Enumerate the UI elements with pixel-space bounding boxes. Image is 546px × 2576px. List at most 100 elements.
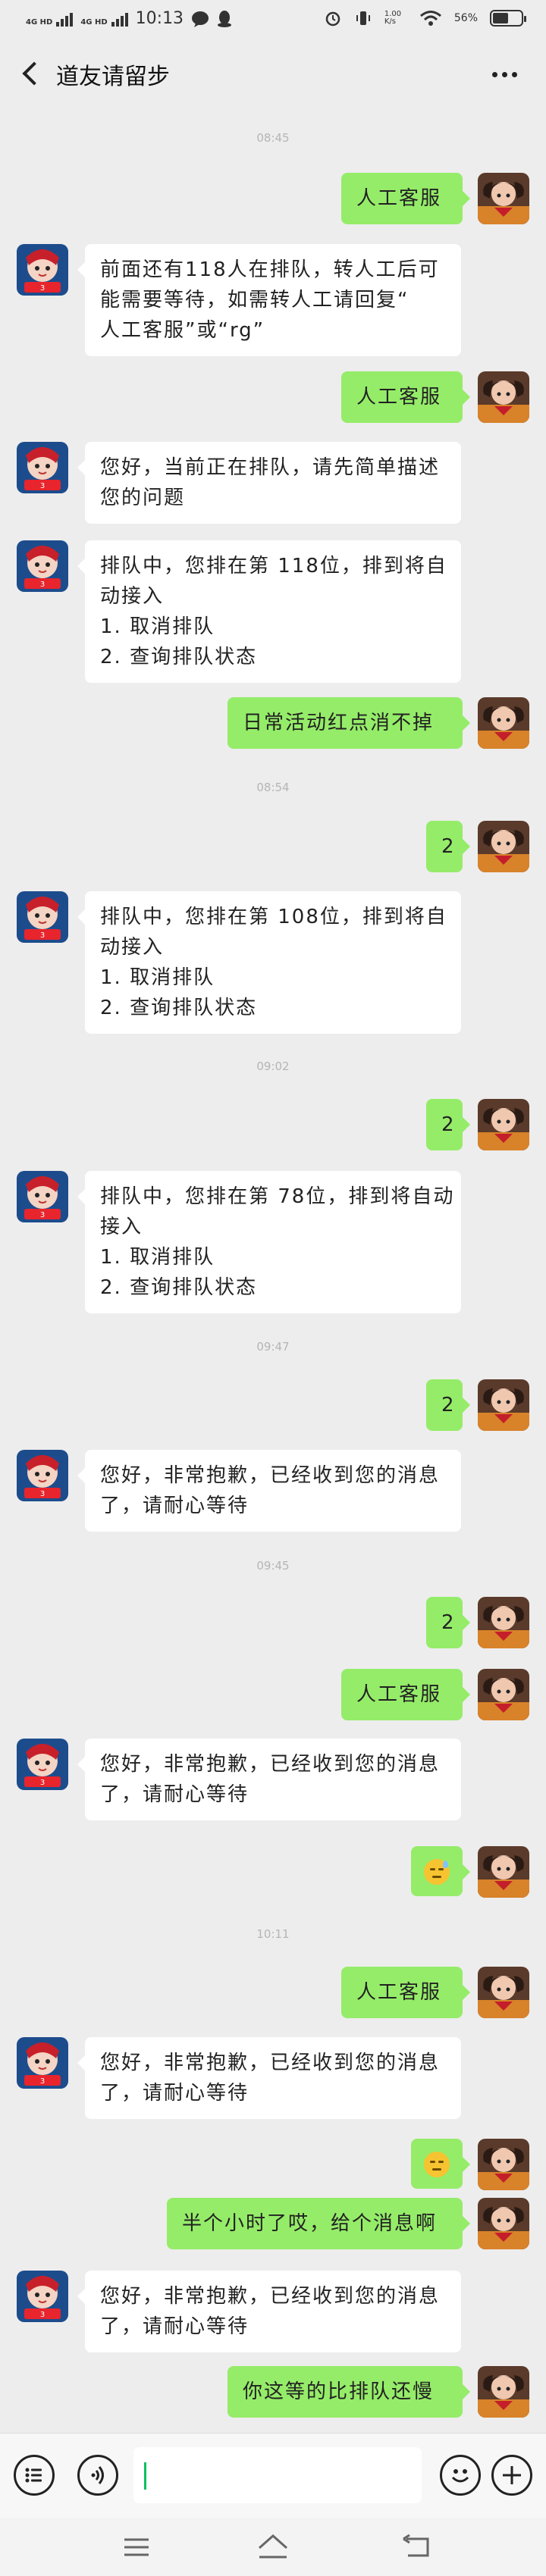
svg-text:3: 3 [40,1779,45,1787]
message-text: 排队中，您排在第 78位，排到将自动 [100,1185,455,1208]
message-bubble[interactable]: 您好，非常抱歉，已经收到您的消息 了，请耐心等待 [77,1739,461,1820]
message-bubble[interactable]: 排队中，您排在第 108位，排到将自 动接入 1. 取消排队 2. 查询排队状态 [77,891,461,1034]
message-text: 2. 查询排队状态 [100,997,258,1019]
message-text: 能需要等待，如需转人工请回复“ [100,289,410,311]
back-button[interactable] [17,56,47,89]
user-avatar[interactable] [478,697,529,749]
message-text: 了，请耐心等待 [100,2315,249,2338]
message-text: 了，请耐心等待 [100,1495,249,1517]
message-bubble[interactable]: 人工客服 [341,1967,470,2018]
message-text: 日常活动红点消不掉 [243,712,435,734]
service-avatar[interactable]: 3 [17,2271,68,2322]
service-avatar[interactable]: 3 [17,442,68,493]
message-bubble[interactable]: 你这等的比排队还慢 [228,2366,470,2418]
svg-text:3: 3 [40,931,45,940]
service-avatar[interactable]: 3 [17,891,68,943]
message-text: 2 [441,835,456,858]
message-text: 人工客服”或“rg” [100,319,265,342]
message-input[interactable] [133,2447,422,2503]
user-avatar[interactable] [478,173,529,224]
message-text: 您好，非常抱歉，已经收到您的消息 [100,2285,441,2308]
menu-icon[interactable] [121,2536,152,2559]
message-bubble[interactable] [411,2139,470,2189]
message-bubble[interactable]: 您好，非常抱歉，已经收到您的消息 了，请耐心等待 [77,2037,461,2119]
svg-text:3: 3 [40,2077,45,2086]
battery-icon [490,10,526,27]
qq-icon [218,10,232,27]
list-button[interactable] [14,2455,55,2496]
message-text: 2. 查询排队状态 [100,1276,258,1299]
message-text: 2 [441,1394,456,1416]
message-bubble[interactable]: 您好，非常抱歉，已经收到您的消息 了，请耐心等待 [77,1450,461,1532]
alarm-icon [325,11,340,27]
message-bubble[interactable]: 您好，非常抱歉，已经收到您的消息 了，请耐心等待 [77,2271,461,2352]
message-text: 你这等的比排队还慢 [243,2380,435,2403]
message-bubble[interactable]: 人工客服 [341,371,470,423]
user-avatar[interactable] [478,1846,529,1898]
battery-level [493,13,509,23]
input-bar [0,2433,546,2518]
message-bubble[interactable]: 您好，当前正在排队，请先简单描述 您的问题 [77,442,461,524]
voice-button[interactable] [77,2455,118,2496]
svg-text:3: 3 [40,1490,45,1498]
service-avatar[interactable]: 3 [17,1450,68,1501]
message-text: 您好，非常抱歉，已经收到您的消息 [100,1753,441,1776]
timestamp: 09:45 [256,1559,290,1573]
message-bubble[interactable]: 半个小时了哎，给个消息啊 [167,2198,470,2249]
user-avatar[interactable] [478,2198,529,2249]
more-options-button[interactable] [485,59,523,89]
sweat-smile-emoji [424,1858,450,1885]
battery-percent: 56% [453,12,478,24]
user-avatar[interactable] [478,821,529,872]
message-bubble[interactable]: 排队中，您排在第 78位，排到将自动 接入 1. 取消排队 2. 查询排队状态 [77,1171,461,1313]
vibrate-icon [356,11,370,25]
list-icon [25,2468,42,2483]
svg-text:3: 3 [40,581,45,589]
user-avatar[interactable] [478,1669,529,1720]
message-bubble[interactable]: 2 [426,1099,470,1150]
user-avatar[interactable] [478,1379,529,1431]
back-arrow-icon[interactable] [400,2534,431,2559]
message-text: 排队中，您排在第 108位，排到将自 [100,906,447,928]
message-bubble[interactable]: 人工客服 [341,1669,470,1720]
message-bubble[interactable]: 2 [426,1597,470,1648]
message-bubble[interactable]: 2 [426,821,470,872]
status-time: 10:13 [135,9,184,28]
service-avatar[interactable]: 3 [17,244,68,296]
message-bubble[interactable] [411,1846,470,1896]
message-bubble[interactable]: 前面还有118人在排队，转人工后可 能需要等待，如需转人工请回复“ 人工客服”或“r… [77,244,461,356]
service-avatar[interactable]: 3 [17,1739,68,1790]
svg-text:3: 3 [40,284,45,293]
message-text: 人工客服 [356,1981,442,2004]
user-avatar[interactable] [478,1597,529,1648]
message-text: 您好，非常抱歉，已经收到您的消息 [100,1464,441,1487]
message-text: 您好，当前正在排队，请先简单描述 [100,456,441,479]
user-avatar[interactable] [478,1099,529,1150]
service-avatar[interactable]: 3 [17,540,68,592]
message-text: 前面还有118人在排队，转人工后可 [100,258,440,281]
emoji-button[interactable] [440,2455,481,2496]
user-avatar[interactable] [478,2139,529,2190]
message-text: 人工客服 [356,1683,442,1706]
timestamp: 08:54 [256,781,290,794]
plus-button[interactable] [491,2455,532,2496]
service-avatar[interactable]: 3 [17,1171,68,1222]
svg-text:3: 3 [40,482,45,490]
message-bubble[interactable]: 2 [426,1379,470,1431]
message-text: 接入 [100,1216,143,1238]
chat-header: 道友请留步 [0,42,546,106]
message-text: 1. 取消排队 [100,966,215,989]
message-text: 半个小时了哎，给个消息啊 [182,2212,438,2235]
message-text: 1. 取消排队 [100,615,215,638]
service-avatar[interactable]: 3 [17,2037,68,2089]
message-bubble[interactable]: 排队中，您排在第 118位，排到将自 动接入 1. 取消排队 2. 查询排队状态 [77,540,461,683]
user-avatar[interactable] [478,371,529,423]
home-icon[interactable] [256,2533,290,2560]
message-list[interactable]: 08:45 人工客服 3 前面还有118人在排队，转人工后可 能需要等待，如需转人工请回… [0,106,546,2433]
user-avatar[interactable] [478,2366,529,2418]
message-icon [192,11,209,27]
user-avatar[interactable] [478,1967,529,2018]
message-bubble[interactable]: 日常活动红点消不掉 [228,697,470,749]
system-nav-bar [0,2518,546,2576]
message-bubble[interactable]: 人工客服 [341,173,470,224]
